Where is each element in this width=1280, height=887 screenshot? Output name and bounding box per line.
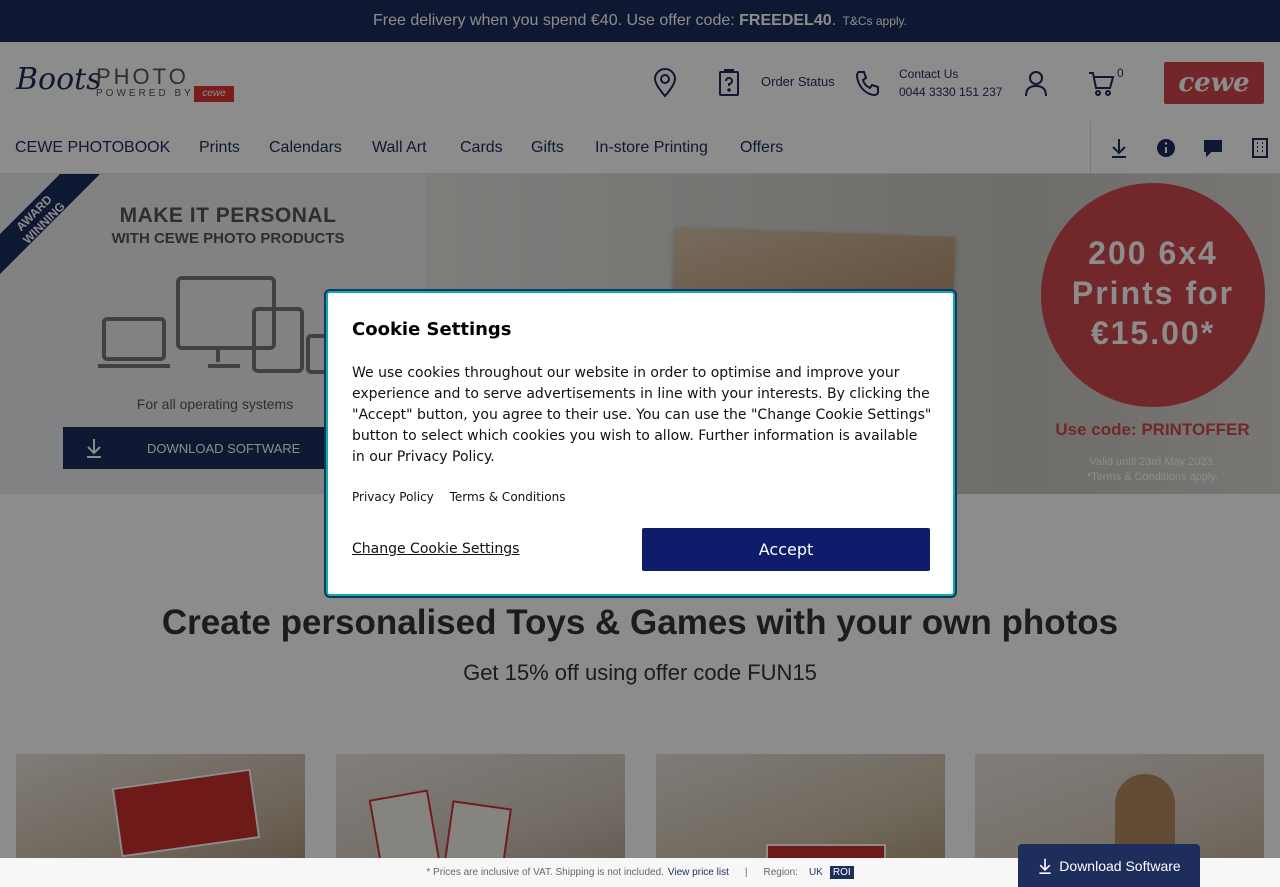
accept-cookies-button[interactable]: Accept [642, 528, 930, 571]
modal-title: Cookie Settings [352, 319, 512, 340]
footer-separator: | [744, 867, 748, 878]
region-uk[interactable]: UK [806, 866, 826, 879]
modal-body-text: We use cookies throughout our website in… [352, 365, 932, 465]
region-roi[interactable]: ROI [829, 866, 854, 879]
vat-note: * Prices are inclusive of VAT. Shipping … [426, 867, 664, 878]
download-icon [1039, 858, 1051, 874]
sticky-download-button[interactable]: Download Software [1018, 844, 1200, 887]
modal-links: Privacy Policy Terms & Conditions [352, 490, 577, 504]
change-cookie-settings-link[interactable]: Change Cookie Settings [352, 541, 519, 557]
cookie-settings-modal: Cookie Settings We use cookies throughou… [326, 291, 955, 596]
terms-conditions-link[interactable]: Terms & Conditions [450, 490, 566, 504]
sticky-download-label: Download Software [1059, 857, 1181, 874]
privacy-policy-link[interactable]: Privacy Policy [352, 490, 434, 504]
price-list-link[interactable]: View price list [668, 867, 729, 878]
region-label: Region: [763, 867, 798, 878]
